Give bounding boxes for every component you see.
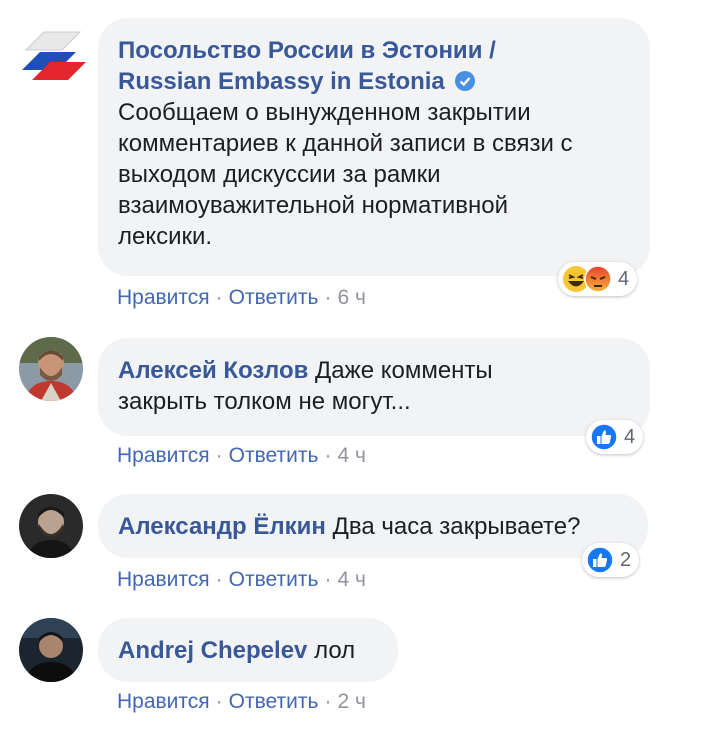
author-name[interactable]: Алексей Козлов	[118, 357, 308, 384]
author-name[interactable]: Посольство России в Эстонии / Russian Em…	[118, 35, 628, 97]
like-button[interactable]: Нравится	[117, 568, 210, 591]
reaction-count: 2	[620, 548, 632, 571]
comment-chepelev: Andrej Chepelev лол Нравится · Ответить · 2 …	[0, 604, 720, 737]
reactions-summary[interactable]: 4	[586, 420, 644, 454]
avatar[interactable]	[19, 618, 83, 682]
like-button[interactable]: Нравится	[117, 444, 210, 467]
verified-badge-icon	[455, 71, 476, 91]
comment-bubble: Andrej Chepelev лол	[98, 618, 398, 682]
like-button[interactable]: Нравится	[117, 690, 210, 713]
comment-bubble: Посольство России в Эстонии / Russian Em…	[98, 18, 650, 276]
timestamp[interactable]: 2 ч	[337, 690, 365, 713]
timestamp[interactable]: 4 ч	[337, 444, 365, 467]
author-name[interactable]: Александр Ёлкин	[118, 513, 326, 540]
timestamp[interactable]: 4 ч	[337, 568, 365, 591]
reply-button[interactable]: Ответить	[229, 444, 319, 467]
comment-actions: Нравится · Ответить · 6 ч	[117, 286, 366, 309]
user-avatar-photo	[19, 494, 83, 558]
comment-bubble: Алексей Козлов Даже комменты закрыть тол…	[98, 338, 650, 436]
avatar[interactable]	[19, 337, 83, 401]
reply-button[interactable]: Ответить	[229, 690, 319, 713]
angry-icon	[584, 265, 612, 293]
comment-yolkin: Александр Ёлкин Два часа закрываете? 2 Н…	[0, 480, 720, 604]
reply-button[interactable]: Ответить	[229, 286, 319, 309]
like-button[interactable]: Нравится	[117, 286, 210, 309]
comment-embassy: Посольство России в Эстонии / Russian Em…	[0, 0, 720, 320]
like-icon	[586, 546, 614, 574]
comment-bubble: Александр Ёлкин Два часа закрываете?	[98, 494, 648, 558]
user-avatar-photo	[19, 618, 83, 682]
comment-actions: Нравится · Ответить · 4 ч	[117, 444, 366, 467]
comment-actions: Нравится · Ответить · 4 ч	[117, 568, 366, 591]
embassy-avatar[interactable]	[22, 28, 86, 92]
comment-actions: Нравится · Ответить · 2 ч	[117, 690, 366, 713]
author-name[interactable]: Andrej Chepelev	[118, 637, 307, 664]
reply-button[interactable]: Ответить	[229, 568, 319, 591]
reaction-count: 4	[624, 425, 636, 448]
comment-text: Сообщаем о вынужденном закрытии коммента…	[118, 99, 573, 250]
reaction-count: 4	[618, 267, 630, 290]
like-icon	[590, 423, 618, 451]
reactions-summary[interactable]: 2	[582, 543, 640, 577]
comment-text: Алексей Козлов Даже комменты закрыть тол…	[118, 357, 493, 415]
russia-flag-logo-icon	[22, 31, 86, 80]
comment-kozlov: Алексей Козлов Даже комменты закрыть тол…	[0, 320, 720, 480]
timestamp[interactable]: 6 ч	[337, 286, 365, 309]
reactions-summary[interactable]: 4	[558, 262, 638, 296]
avatar[interactable]	[19, 494, 83, 558]
user-avatar-photo	[19, 337, 83, 401]
comment-text: Александр Ёлкин Два часа закрываете?	[118, 513, 581, 540]
comment-text: Andrej Chepelev лол	[118, 637, 356, 664]
